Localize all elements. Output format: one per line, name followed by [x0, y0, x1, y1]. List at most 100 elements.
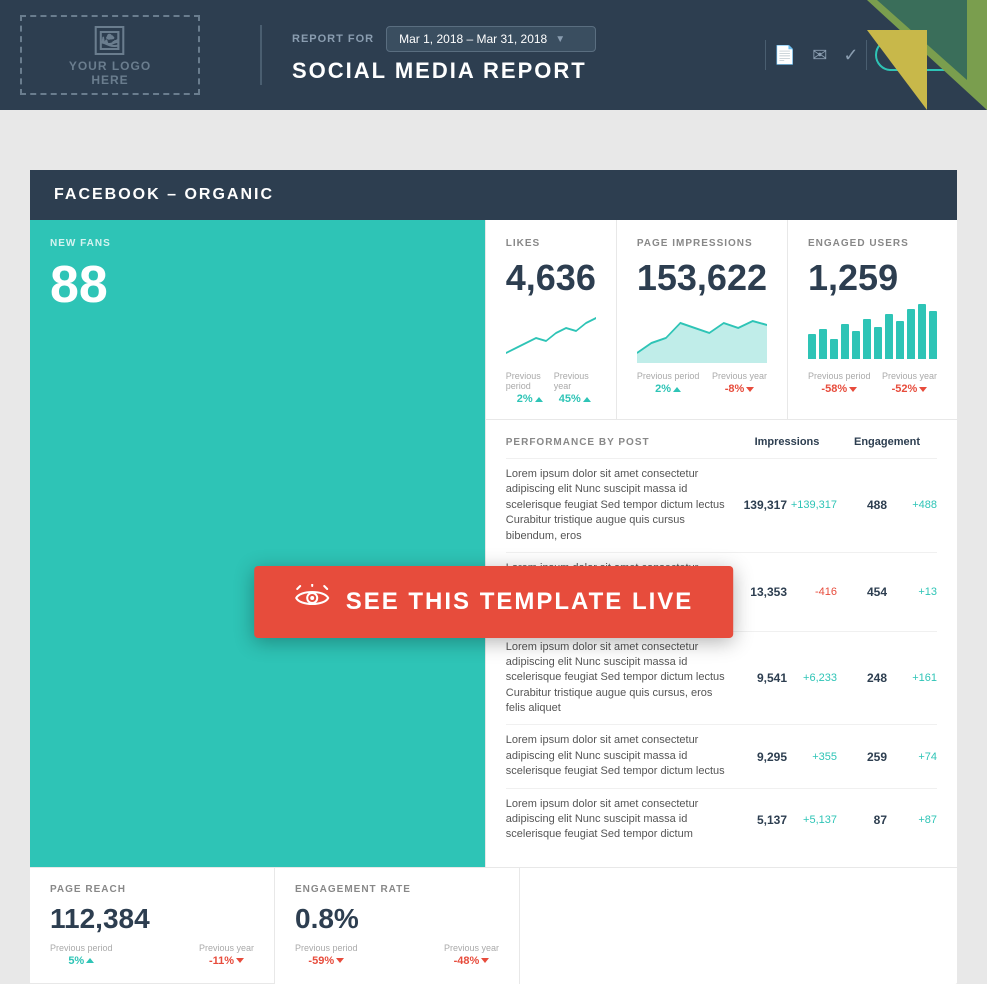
perf-eng-delta-4: +74: [887, 751, 937, 763]
new-fans-label: NEW FANS: [50, 238, 465, 249]
eu-prev-year-val: -52%: [892, 383, 928, 395]
header: 🖼 YOUR LOGO HERE REPORT FOR Mar 1, 2018 …: [0, 0, 987, 110]
chevron-down-icon: ▼: [555, 34, 565, 45]
stats-grid: NEW FANS 88 LIKES 4,636: [30, 220, 957, 867]
overlay-text: SEE THIS TEMPLATE LIVE: [346, 588, 694, 616]
pr-prev-year: -11%: [209, 955, 244, 967]
bar1: [808, 334, 816, 359]
perf-text-1: Lorem ipsum dolor sit amet consectetur a…: [506, 467, 737, 544]
logo-icon: 🖼: [92, 24, 129, 57]
perf-eng-delta-2: +13: [887, 586, 937, 598]
page-impressions-value: 153,622: [637, 257, 767, 299]
perf-row-1: Lorem ipsum dolor sit amet consectetur a…: [506, 458, 937, 552]
perf-eng-5: 87: [837, 813, 887, 827]
likes-prev-period-label: Previous period: [506, 371, 554, 391]
arrow-up-icon2: [583, 397, 591, 402]
bar6: [863, 319, 871, 359]
spacer: [0, 110, 987, 170]
header-decoration: [767, 0, 987, 110]
arrow-down-icon: [746, 387, 754, 392]
perf-imp-3: 9,541: [737, 671, 787, 685]
section-title: FACEBOOK – ORGANIC: [54, 186, 274, 203]
arrow-down-icon3: [919, 387, 927, 392]
perf-text-4: Lorem ipsum dolor sit amet consectetur a…: [506, 733, 737, 779]
perf-eng-2: 454: [837, 585, 887, 599]
likes-prev-year-label: Previous year: [554, 371, 596, 391]
perf-imp-delta-5: +5,137: [787, 814, 837, 826]
bar11: [918, 304, 926, 359]
date-range-text: Mar 1, 2018 – Mar 31, 2018: [399, 32, 547, 46]
page-impressions-block: PAGE IMPRESSIONS 153,622 Previous period: [617, 220, 788, 419]
engaged-users-block: ENGAGED USERS 1,259: [788, 220, 957, 419]
perf-imp-2: 13,353: [737, 585, 787, 599]
bar12: [929, 311, 937, 359]
likes-label: LIKES: [506, 238, 596, 249]
engagement-col-header: Engagement: [837, 436, 937, 448]
bar8: [885, 314, 893, 359]
perf-imp-1: 139,317: [737, 498, 787, 512]
date-dropdown[interactable]: Mar 1, 2018 – Mar 31, 2018 ▼: [386, 26, 596, 52]
page-reach-block: PAGE REACH 112,384 Previous period 5% Pr…: [30, 868, 275, 984]
main-content: SEE THIS TEMPLATE LIVE NEW FANS 88 LIKES…: [30, 220, 957, 984]
arrow-down-icon5: [336, 958, 344, 963]
perf-eng-delta-3: +161: [887, 672, 937, 684]
perf-row-4: Lorem ipsum dolor sit amet consectetur a…: [506, 724, 937, 787]
likes-prev-year-val: 45%: [559, 393, 591, 405]
perf-text-3: Lorem ipsum dolor sit amet consectetur a…: [506, 640, 737, 717]
engagement-rate-value: 0.8%: [295, 903, 499, 935]
arrow-down-icon6: [481, 958, 489, 963]
bar3: [830, 339, 838, 359]
pi-prev-period-val: 2%: [655, 383, 681, 395]
page-impressions-label: PAGE IMPRESSIONS: [637, 238, 767, 249]
bar10: [907, 309, 915, 359]
perf-eng-4: 259: [837, 750, 887, 764]
likes-value: 4,636: [506, 257, 596, 299]
bar5: [852, 331, 860, 359]
engagement-rate-label: ENGAGEMENT RATE: [295, 884, 499, 895]
perf-imp-4: 9,295: [737, 750, 787, 764]
bar9: [896, 321, 904, 359]
page-reach-label: PAGE REACH: [50, 884, 254, 895]
facebook-section: FACEBOOK – ORGANIC SEE THIS TEMPLATE LIV…: [30, 170, 957, 984]
eu-prev-period-val: -58%: [821, 383, 857, 395]
perf-imp-5: 5,137: [737, 813, 787, 827]
impressions-col-header: Impressions: [737, 436, 837, 448]
page-title: SOCIAL MEDIA REPORT: [292, 58, 757, 84]
bar7: [874, 327, 882, 359]
logo-line2: HERE: [91, 73, 128, 87]
logo-line1: YOUR LOGO: [69, 59, 151, 73]
engaged-users-value: 1,259: [808, 257, 937, 299]
header-right: REPORT FOR Mar 1, 2018 – Mar 31, 2018 ▼ …: [292, 26, 757, 84]
er-prev-period: -59%: [308, 955, 344, 967]
arrow-up-icon3: [673, 387, 681, 392]
bar2: [819, 329, 827, 359]
perf-imp-delta-2: -416: [787, 586, 837, 598]
eye-icon: [294, 584, 330, 620]
pr-prev-period: 5%: [68, 955, 94, 967]
engaged-users-label: ENGAGED USERS: [808, 238, 937, 249]
section-header: FACEBOOK – ORGANIC: [30, 170, 957, 220]
arrow-down-icon4: [236, 958, 244, 963]
engagement-rate-block: ENGAGEMENT RATE 0.8% Previous period -59…: [275, 868, 520, 984]
perf-imp-delta-3: +6,233: [787, 672, 837, 684]
arrow-up-icon4: [86, 958, 94, 963]
performance-section: PERFORMANCE BY POST Impressions Engageme…: [486, 420, 957, 867]
logo-box: 🖼 YOUR LOGO HERE: [20, 15, 200, 95]
perf-text-5: Lorem ipsum dolor sit amet consectetur a…: [506, 797, 737, 843]
header-divider: [260, 25, 262, 85]
perf-eng-1: 488: [837, 498, 887, 512]
overlay-banner[interactable]: SEE THIS TEMPLATE LIVE: [254, 566, 734, 638]
perf-eng-delta-5: +87: [887, 814, 937, 826]
likes-prev-period-val: 2%: [517, 393, 543, 405]
arrow-down-icon2: [849, 387, 857, 392]
report-for-label: REPORT FOR: [292, 33, 374, 45]
new-fans-block: NEW FANS 88: [30, 220, 486, 867]
bar4: [841, 324, 849, 359]
perf-eng-delta-1: +488: [887, 499, 937, 511]
page-reach-value: 112,384: [50, 903, 254, 935]
new-fans-value: 88: [50, 259, 465, 311]
pi-prev-year-val: -8%: [725, 383, 755, 395]
likes-block: LIKES 4,636 Previous period: [486, 220, 617, 419]
performance-title: PERFORMANCE BY POST: [506, 437, 737, 448]
bottom-stats-row: PAGE REACH 112,384 Previous period 5% Pr…: [30, 867, 957, 984]
